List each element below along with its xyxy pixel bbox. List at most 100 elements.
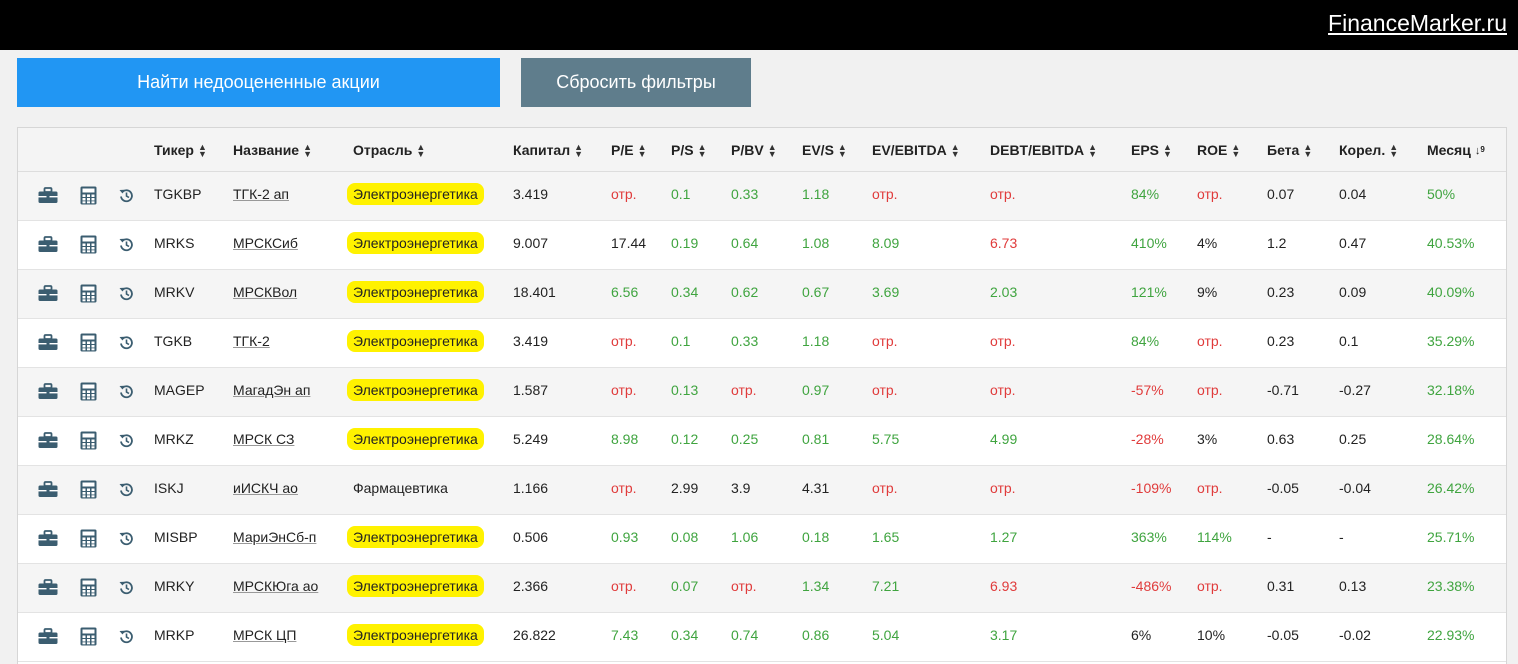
- col-header-ticker[interactable]: Тикер ▲ ▼: [154, 142, 207, 159]
- col-header-name[interactable]: Название ▲ ▼: [233, 142, 312, 159]
- calculator-icon[interactable]: [80, 186, 97, 205]
- cell-evs: 0.97: [802, 382, 830, 398]
- cell-pe: отр.: [611, 480, 637, 496]
- briefcase-icon[interactable]: [38, 628, 58, 645]
- briefcase-icon[interactable]: [38, 285, 58, 302]
- history-icon[interactable]: [119, 433, 134, 448]
- sort-icon[interactable]: ▲ ▼: [198, 143, 207, 159]
- sort-desc-icon[interactable]: ↓9: [1475, 145, 1485, 157]
- briefcase-icon[interactable]: [38, 187, 58, 204]
- stock-name-link[interactable]: МРСК ЦП: [233, 627, 296, 643]
- calculator-icon[interactable]: [80, 578, 97, 597]
- sort-icon[interactable]: ▲ ▼: [838, 143, 847, 159]
- briefcase-icon[interactable]: [38, 481, 58, 498]
- sort-icon[interactable]: ▲ ▼: [303, 143, 312, 159]
- calculator-icon[interactable]: [80, 333, 97, 352]
- history-icon[interactable]: [119, 188, 134, 203]
- history-icon[interactable]: [119, 384, 134, 399]
- stock-name-link[interactable]: МРСКЮга ао: [233, 578, 318, 594]
- history-icon[interactable]: [119, 286, 134, 301]
- sort-icon[interactable]: ▲ ▼: [1389, 143, 1398, 159]
- cell-beta: 1.2: [1267, 235, 1287, 251]
- sort-icon[interactable]: ▲ ▼: [768, 143, 777, 159]
- reset-filters-button[interactable]: Сбросить фильтры: [521, 58, 751, 107]
- calculator-icon[interactable]: [80, 627, 97, 646]
- cell-month: 23.38%: [1427, 578, 1475, 594]
- cell-ps: 0.12: [671, 431, 699, 447]
- col-header-capital[interactable]: Капитал ▲ ▼: [513, 142, 583, 159]
- briefcase-icon[interactable]: [38, 432, 58, 449]
- history-icon[interactable]: [119, 531, 134, 546]
- col-header-label: Капитал: [513, 142, 571, 158]
- calculator-icon[interactable]: [80, 431, 97, 450]
- col-header-ps[interactable]: P/S ▲ ▼: [671, 142, 707, 159]
- find-undervalued-button[interactable]: Найти недооцененные акции: [17, 58, 500, 107]
- cell-pbv: 0.33: [731, 186, 759, 202]
- sort-icon[interactable]: ▲ ▼: [638, 143, 647, 159]
- stock-name-link[interactable]: иИСКЧ ао: [233, 480, 298, 496]
- calculator-icon[interactable]: [80, 529, 97, 548]
- cell-pbv: 0.33: [731, 333, 759, 349]
- cell-ps: 2.99: [671, 480, 699, 496]
- cell-correlation: 0.1: [1339, 333, 1359, 349]
- briefcase-icon[interactable]: [38, 579, 58, 596]
- history-icon[interactable]: [119, 335, 134, 350]
- history-icon[interactable]: [119, 482, 134, 497]
- sort-icon[interactable]: ▲ ▼: [698, 143, 707, 159]
- col-header-label: Отрасль: [353, 142, 413, 158]
- col-header-sector[interactable]: Отрасль ▲ ▼: [353, 142, 425, 159]
- cell-ticker: ISKJ: [154, 480, 184, 496]
- col-header-evs[interactable]: EV/S ▲ ▼: [802, 142, 847, 159]
- col-header-pbv[interactable]: P/BV ▲ ▼: [731, 142, 777, 159]
- col-header-beta[interactable]: Бета ▲ ▼: [1267, 142, 1312, 159]
- briefcase-icon[interactable]: [38, 236, 58, 253]
- col-header-correlation[interactable]: Корел. ▲ ▼: [1339, 142, 1398, 159]
- stock-name-link[interactable]: МРСКСиб: [233, 235, 298, 251]
- sort-icon[interactable]: ▲ ▼: [1163, 143, 1172, 159]
- stock-name-link[interactable]: МагадЭн ап: [233, 382, 310, 398]
- sort-icon[interactable]: ▲ ▼: [1088, 143, 1097, 159]
- cell-pe: 17.44: [611, 235, 647, 251]
- cell-pbv: отр.: [731, 578, 757, 594]
- cell-ev-ebitda: 7.21: [872, 578, 900, 594]
- col-header-debt-ebitda[interactable]: DEBT/EBITDA ▲ ▼: [990, 142, 1097, 159]
- col-header-eps[interactable]: EPS ▲ ▼: [1131, 142, 1172, 159]
- briefcase-icon[interactable]: [38, 530, 58, 547]
- history-icon[interactable]: [119, 580, 134, 595]
- calculator-icon[interactable]: [80, 235, 97, 254]
- sort-icon[interactable]: ▲ ▼: [574, 143, 583, 159]
- sort-icon[interactable]: ▲ ▼: [1303, 143, 1312, 159]
- cell-roe: отр.: [1197, 578, 1223, 594]
- briefcase-icon[interactable]: [38, 383, 58, 400]
- calculator-icon[interactable]: [80, 284, 97, 303]
- cell-ev-ebitda: 5.04: [872, 627, 900, 643]
- cell-ev-ebitda: отр.: [872, 186, 898, 202]
- calculator-icon[interactable]: [80, 382, 97, 401]
- col-header-ev-ebitda[interactable]: EV/EBITDA ▲ ▼: [872, 142, 960, 159]
- col-header-pe[interactable]: P/E ▲ ▼: [611, 142, 647, 159]
- stock-name-link[interactable]: ТГК-2: [233, 333, 270, 349]
- cell-month: 28.64%: [1427, 431, 1475, 447]
- stock-name-link[interactable]: МРСК СЗ: [233, 431, 294, 447]
- history-icon[interactable]: [119, 629, 134, 644]
- cell-evs: 1.18: [802, 186, 830, 202]
- sort-icon[interactable]: ▲ ▼: [1231, 143, 1240, 159]
- stock-name-link[interactable]: ТГК-2 ап: [233, 186, 289, 202]
- sort-icon[interactable]: ▲ ▼: [951, 143, 960, 159]
- stock-name-link[interactable]: МРСКВол: [233, 284, 297, 300]
- cell-month: 40.53%: [1427, 235, 1475, 251]
- cell-beta: -0.05: [1267, 627, 1299, 643]
- briefcase-icon[interactable]: [38, 334, 58, 351]
- history-icon[interactable]: [119, 237, 134, 252]
- col-header-month[interactable]: Месяц ↓9: [1427, 142, 1485, 158]
- cell-roe: 114%: [1197, 529, 1232, 545]
- stock-name-link[interactable]: МариЭнСб-п: [233, 529, 316, 545]
- col-header-roe[interactable]: ROE ▲ ▼: [1197, 142, 1240, 159]
- cell-month: 40.09%: [1427, 284, 1475, 300]
- cell-pe: отр.: [611, 382, 637, 398]
- cell-roe: отр.: [1197, 186, 1223, 202]
- cell-ev-ebitda: отр.: [872, 382, 898, 398]
- calculator-icon[interactable]: [80, 480, 97, 499]
- brand-link[interactable]: FinanceMarker.ru: [1328, 10, 1507, 37]
- sort-icon[interactable]: ▲ ▼: [416, 143, 425, 159]
